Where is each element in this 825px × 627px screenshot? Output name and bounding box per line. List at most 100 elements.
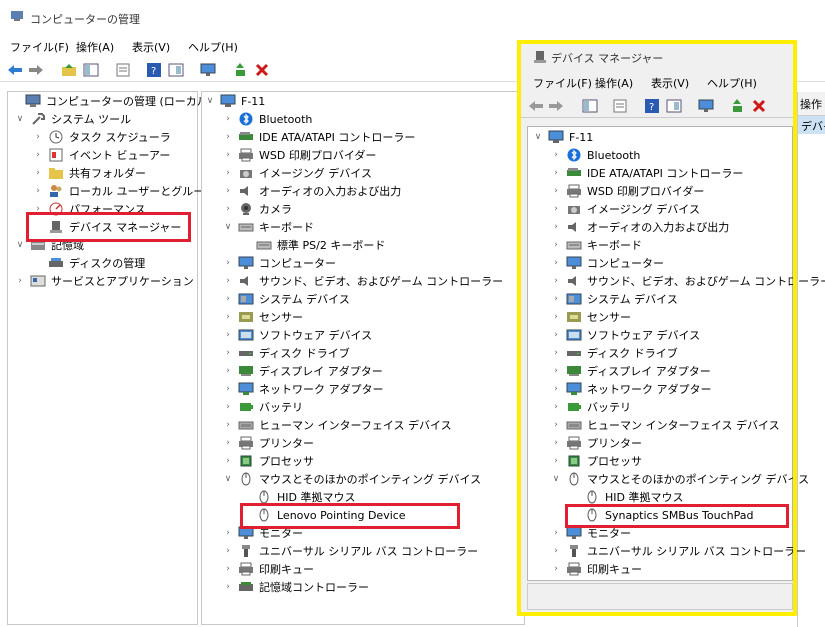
computer-icon [220, 94, 236, 108]
device-tree-item[interactable]: › センサー [222, 308, 303, 326]
expand-chevron-icon[interactable]: › [222, 167, 234, 179]
expand-chevron-icon[interactable]: › [222, 581, 234, 593]
device-tree-item[interactable]: › オーディオの入力および出力 [222, 182, 401, 200]
expand-chevron-icon[interactable]: › [222, 293, 234, 305]
device-tree-item[interactable]: › ユニバーサル シリアル バス コントローラー [222, 542, 478, 560]
scan-hardware-button[interactable] [199, 61, 217, 79]
computer-mgmt-icon [25, 94, 41, 108]
expand-chevron-icon[interactable]: › [222, 545, 234, 557]
tree-item-services-apps[interactable]: › サービスとアプリケーション [14, 272, 194, 290]
uninstall-button[interactable] [253, 61, 271, 79]
printer-icon [238, 436, 254, 450]
device-tree-item[interactable]: › ディスク ドライブ [222, 344, 350, 362]
expand-chevron-icon[interactable]: › [222, 401, 234, 413]
title-bar: コンピューターの管理 [0, 0, 825, 32]
battery-icon [238, 400, 254, 414]
help-button[interactable]: ? [145, 61, 163, 79]
expand-chevron-icon[interactable]: › [222, 185, 234, 197]
mouse-icon [238, 472, 254, 486]
collapse-chevron-icon[interactable]: ∨ [14, 239, 26, 251]
expand-chevron-icon[interactable]: › [32, 185, 44, 197]
device-tree-item[interactable]: › イメージング デバイス [222, 164, 372, 182]
back-button[interactable] [6, 61, 24, 79]
expand-chevron-icon[interactable]: › [222, 311, 234, 323]
device-tree-item[interactable]: › プロセッサ [222, 452, 314, 470]
back-arrow-icon [8, 65, 22, 75]
expand-chevron-icon[interactable]: › [222, 527, 234, 539]
menu-action[interactable]: 操作(A) [76, 39, 114, 55]
expand-chevron-icon[interactable]: › [222, 455, 234, 467]
operations-selected-item[interactable]: デバイ [798, 116, 825, 134]
operations-header: 操作 [798, 92, 825, 116]
device-tree-item[interactable]: › 印刷キュー [222, 560, 314, 578]
expand-chevron-icon[interactable]: › [32, 167, 44, 179]
up-folder-icon [62, 64, 76, 76]
expand-chevron-icon[interactable]: › [14, 275, 26, 287]
device-tree-item[interactable]: › ソフトウェア デバイス [222, 326, 372, 344]
tree-item-disk-management[interactable]: ディスクの管理 [32, 254, 145, 272]
collapse-chevron-icon[interactable]: ∨ [222, 473, 234, 485]
device-tree-item[interactable]: › システム デバイス [222, 290, 350, 308]
tree-item-label: ユニバーサル シリアル バス コントローラー [259, 545, 479, 558]
export-list-button[interactable] [114, 61, 132, 79]
menu-file[interactable]: ファイル(F) [10, 39, 69, 55]
device-tree-item[interactable]: › IDE ATA/ATAPI コントローラー [222, 128, 415, 146]
device-tree-item[interactable]: ∨ マウスとそのほかのポインティング デバイス [222, 470, 481, 488]
menu-help[interactable]: ヘルプ(H) [188, 39, 238, 55]
tree-item-shared-folders[interactable]: › 共有フォルダー [32, 164, 146, 182]
expand-chevron-icon[interactable]: › [32, 131, 44, 143]
speaker-icon [238, 184, 254, 198]
tree-item-label: 記憶域コントローラー [259, 581, 369, 594]
device-tree-item[interactable]: › サウンド、ビデオ、およびゲーム コントローラー [222, 272, 503, 290]
device-tree-item[interactable]: › Bluetooth [222, 110, 312, 128]
collapse-chevron-icon[interactable]: ∨ [204, 95, 216, 107]
tree-item-task-scheduler[interactable]: › タスク スケジューラ [32, 128, 171, 146]
tree-item-label: イベント ビューアー [69, 149, 171, 162]
expand-chevron-icon[interactable]: › [222, 563, 234, 575]
expand-chevron-icon[interactable]: › [222, 203, 234, 215]
expand-chevron-icon[interactable]: › [222, 383, 234, 395]
usb-icon [238, 544, 254, 558]
device-tree-item[interactable]: › ヒューマン インターフェイス デバイス [222, 416, 451, 434]
collapse-chevron-icon[interactable]: ∨ [14, 113, 26, 125]
expand-chevron-icon[interactable]: › [222, 275, 234, 287]
forward-button[interactable] [27, 61, 45, 79]
device-tree-item[interactable]: › プリンター [222, 434, 314, 452]
up-folder-button[interactable] [60, 61, 78, 79]
show-hide-tree-button[interactable] [82, 61, 100, 79]
monitor-scan-icon [200, 63, 216, 76]
device-tree-item[interactable]: › 記憶域コントローラー [222, 578, 369, 596]
keyboard-icon [256, 238, 272, 252]
properties-button[interactable] [167, 61, 185, 79]
expand-chevron-icon[interactable]: › [222, 257, 234, 269]
device-tree-item[interactable]: › WSD 印刷プロバイダー [222, 146, 376, 164]
tree-item-event-viewer[interactable]: › イベント ビューアー [32, 146, 170, 164]
storage-controller-icon [238, 580, 254, 594]
expand-chevron-icon[interactable]: › [32, 149, 44, 161]
device-tree-item[interactable]: › コンピューター [222, 254, 336, 272]
shared-folder-icon [48, 166, 64, 180]
expand-chevron-icon[interactable]: › [222, 419, 234, 431]
expand-chevron-icon[interactable]: › [222, 131, 234, 143]
tree-item-local-users[interactable]: › ローカル ユーザーとグループ [32, 182, 215, 200]
device-tree-item[interactable]: ∨ F-11 [204, 92, 265, 110]
collapse-chevron-icon[interactable]: ∨ [222, 221, 234, 233]
device-tree-item[interactable]: ∨ キーボード [222, 218, 314, 236]
tree-item-label: Bluetooth [259, 112, 313, 126]
expand-chevron-icon[interactable]: › [222, 113, 234, 125]
update-driver-button[interactable] [232, 61, 250, 79]
menu-view[interactable]: 表示(V) [132, 39, 170, 55]
expand-chevron-icon[interactable]: › [222, 149, 234, 161]
tree-root-computer-management[interactable]: コンピューターの管理 (ローカル) [9, 92, 212, 110]
tree-item-system-tools[interactable]: ∨ システム ツール [14, 110, 131, 128]
device-tree-item[interactable]: 標準 PS/2 キーボード [240, 236, 385, 254]
device-tree-item[interactable]: › バッテリ [222, 398, 303, 416]
expand-chevron-icon[interactable]: › [222, 365, 234, 377]
device-tree-item[interactable]: › ディスプレイ アダプター [222, 362, 383, 380]
device-tree-item[interactable]: › カメラ [222, 200, 292, 218]
expand-chevron-icon[interactable]: › [222, 329, 234, 341]
device-tree-item[interactable]: › ネットワーク アダプター [222, 380, 384, 398]
expand-chevron-icon[interactable]: › [222, 347, 234, 359]
expand-chevron-icon[interactable]: › [222, 437, 234, 449]
